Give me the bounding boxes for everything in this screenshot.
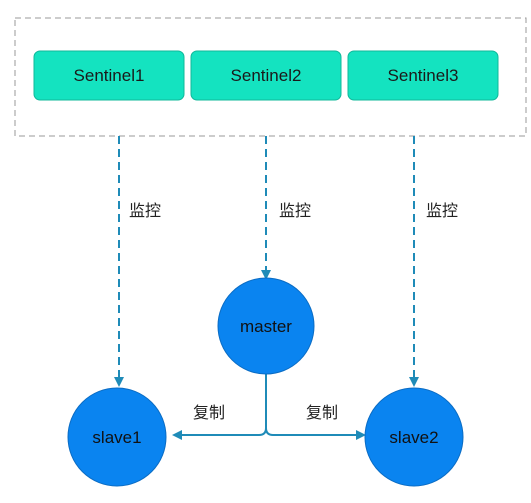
slave1-node: slave1 [67, 387, 167, 487]
monitor-label-1: 监控 [129, 201, 161, 220]
replicate-label-1: 复制 [193, 403, 225, 422]
replicate-label-2: 复制 [306, 403, 338, 422]
sentinel3-box: Sentinel3 [347, 50, 499, 101]
monitor-label-2: 监控 [279, 201, 311, 220]
master-node: master [217, 277, 315, 375]
master-label: master [240, 317, 292, 336]
sentinel1-box: Sentinel1 [33, 50, 185, 101]
sentinel2-label: Sentinel2 [231, 66, 302, 85]
slave2-node: slave2 [364, 387, 464, 487]
sentinel2-box: Sentinel2 [190, 50, 342, 101]
slave2-label: slave2 [389, 428, 438, 447]
sentinel1-label: Sentinel1 [74, 66, 145, 85]
replicate-edge-master-slave2 [265, 427, 366, 440]
replicate-edge-master-slave1 [172, 427, 267, 440]
monitor-label-3: 监控 [426, 201, 458, 220]
sentinel3-label: Sentinel3 [388, 66, 459, 85]
slave1-label: slave1 [92, 428, 141, 447]
sentinel-architecture-diagram: Sentinel1 Sentinel2 Sentinel3 监控 监控 监控 复… [14, 17, 527, 487]
